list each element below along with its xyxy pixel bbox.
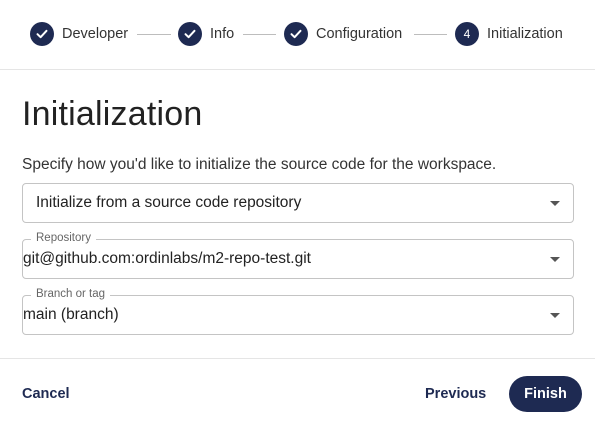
- check-icon: [30, 22, 54, 46]
- page-title: Initialization: [22, 95, 203, 133]
- chevron-down-icon: [550, 257, 560, 262]
- init-method-select[interactable]: Initialize from a source code repository: [22, 183, 574, 223]
- repository-select[interactable]: Repository git@github.com:ordinlabs/m2-r…: [22, 232, 574, 279]
- branch-select[interactable]: Branch or tag main (branch): [22, 288, 574, 335]
- step-label: Configuration: [316, 26, 403, 42]
- chevron-down-icon: [550, 313, 560, 318]
- cancel-button[interactable]: Cancel: [22, 386, 70, 402]
- step-label: Developer: [62, 26, 129, 42]
- step-number: 4: [455, 22, 479, 46]
- chevron-down-icon: [550, 201, 560, 206]
- step-connector: [243, 34, 276, 35]
- step-configuration[interactable]: Configuration: [284, 22, 402, 46]
- check-icon: [178, 22, 202, 46]
- step-label: Info: [210, 26, 235, 42]
- branch-value: main (branch): [23, 306, 119, 323]
- step-connector: [137, 34, 171, 35]
- step-developer[interactable]: Developer: [30, 22, 128, 46]
- step-initialization[interactable]: 4 Initialization: [455, 22, 563, 46]
- step-info[interactable]: Info: [178, 22, 234, 46]
- finish-button[interactable]: Finish: [509, 376, 582, 412]
- previous-button[interactable]: Previous: [425, 386, 486, 402]
- step-connector: [414, 34, 447, 35]
- page-description: Specify how you'd like to initialize the…: [22, 156, 497, 173]
- check-icon: [284, 22, 308, 46]
- stepper: Developer Info Configuration 4 Initializ…: [0, 0, 595, 70]
- init-method-value: Initialize from a source code repository: [36, 194, 302, 211]
- footer-divider: [0, 358, 595, 359]
- step-label: Initialization: [487, 26, 563, 42]
- repository-value: git@github.com:ordinlabs/m2-repo-test.gi…: [23, 250, 311, 267]
